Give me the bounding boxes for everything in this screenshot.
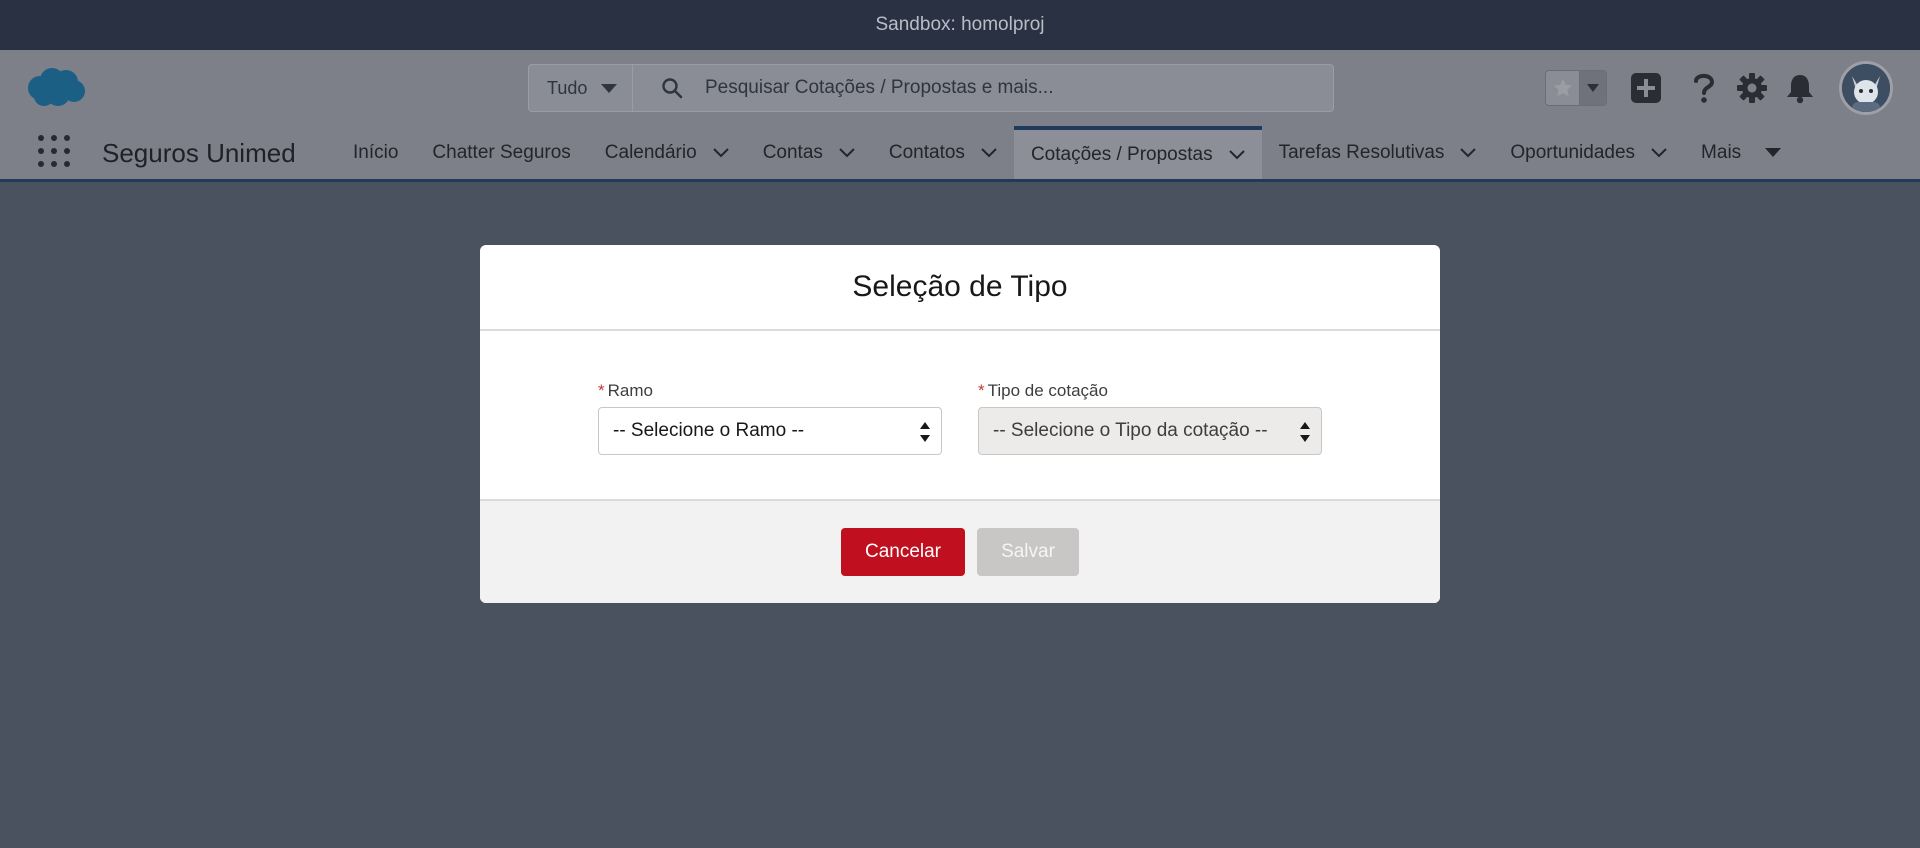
tipo-cotacao-label: * Tipo de cotação — [978, 381, 1322, 401]
chevron-down-icon[interactable] — [839, 147, 855, 158]
nav-item-label: Contatos — [888, 141, 965, 163]
nav-item-label: Início — [353, 141, 399, 163]
tipo-cotacao-label-text: Tipo de cotação — [987, 381, 1108, 400]
setup-gear-icon — [1737, 73, 1767, 103]
app-navigation-bar: Seguros Unimed Início Chatter Seguros Ca… — [0, 126, 1920, 182]
search-icon — [662, 78, 683, 99]
help-icon — [1694, 73, 1715, 103]
notifications-button[interactable] — [1782, 70, 1818, 106]
chevron-down-icon[interactable] — [1228, 149, 1245, 160]
nav-item-tarefas-resolutivas[interactable]: Tarefas Resolutivas — [1262, 126, 1494, 179]
ramo-select[interactable]: -- Selecione o Ramo -- — [598, 407, 942, 455]
sandbox-label: Sandbox: homolproj — [875, 14, 1045, 35]
ramo-label: * Ramo — [598, 381, 942, 401]
select-arrows-icon — [920, 422, 930, 442]
modal-title: Seleção de Tipo — [852, 270, 1068, 303]
nav-item-inicio[interactable]: Início — [336, 126, 415, 179]
modal-footer: Cancelar Salvar — [480, 499, 1440, 603]
required-indicator: * — [598, 381, 605, 400]
chevron-down-icon[interactable] — [1460, 147, 1477, 158]
favorites-group — [1545, 70, 1607, 106]
help-button[interactable] — [1686, 70, 1722, 106]
nav-tabs: Início Chatter Seguros Calendário Contas… — [336, 126, 1798, 179]
app-name: Seguros Unimed — [102, 138, 296, 168]
nav-item-oportunidades[interactable]: Oportunidades — [1493, 126, 1684, 179]
caret-down-icon — [1765, 148, 1782, 157]
ramo-label-text: Ramo — [607, 381, 653, 400]
nav-item-label: Cotações / Propostas — [1030, 143, 1213, 165]
app-launcher-icon[interactable] — [38, 135, 70, 167]
nav-item-label: Tarefas Resolutivas — [1278, 141, 1445, 163]
chevron-down-icon[interactable] — [1651, 147, 1667, 158]
sandbox-banner: Sandbox: homolproj — [0, 0, 1920, 50]
tipo-cotacao-field: * Tipo de cotação -- Selecione o Tipo da … — [978, 381, 1322, 455]
nav-item-label: Oportunidades — [1510, 141, 1636, 163]
type-selection-modal: Seleção de Tipo * Ramo -- Selecione o Ram… — [480, 245, 1440, 603]
caret-down-icon — [1587, 84, 1599, 92]
add-icon — [1631, 73, 1661, 103]
nav-item-label: Chatter Seguros — [432, 141, 571, 163]
tipo-cotacao-select-value: -- Selecione o Tipo da cotação -- — [993, 420, 1268, 441]
save-button[interactable]: Salvar — [977, 528, 1079, 576]
select-arrows-icon — [1300, 422, 1310, 442]
nav-item-calendario[interactable]: Calendário — [588, 126, 746, 179]
global-search: Tudo — [528, 64, 1334, 112]
chevron-down-icon[interactable] — [981, 147, 997, 158]
favorites-button[interactable] — [1546, 71, 1580, 105]
nav-item-label: Contas — [762, 141, 823, 163]
chevron-down-icon[interactable] — [712, 147, 729, 158]
nav-item-contatos[interactable]: Contatos — [872, 126, 1014, 179]
nav-item-contas[interactable]: Contas — [746, 126, 872, 179]
nav-item-mais[interactable]: Mais — [1684, 126, 1798, 179]
global-actions-button[interactable] — [1628, 70, 1664, 106]
caret-down-icon — [601, 83, 618, 93]
favorites-dropdown-button[interactable] — [1580, 71, 1606, 105]
nav-item-label: Calendário — [604, 141, 697, 163]
search-scope-dropdown[interactable]: Tudo — [529, 65, 633, 111]
search-input[interactable] — [705, 77, 1305, 99]
nav-item-cotacoes-propostas[interactable]: Cotações / Propostas — [1013, 126, 1262, 179]
ramo-select-value: -- Selecione o Ramo -- — [613, 420, 805, 441]
nav-item-label: Mais — [1701, 141, 1742, 163]
cancel-button[interactable]: Cancelar — [841, 528, 965, 576]
modal-body: * Ramo -- Selecione o Ramo -- * Tipo de co… — [480, 331, 1440, 499]
nav-item-chatter-seguros[interactable]: Chatter Seguros — [415, 126, 587, 179]
ramo-field: * Ramo -- Selecione o Ramo -- — [598, 381, 942, 455]
salesforce-cloud-logo[interactable] — [24, 66, 86, 108]
setup-button[interactable] — [1734, 70, 1770, 106]
tipo-cotacao-select[interactable]: -- Selecione o Tipo da cotação -- — [978, 407, 1322, 455]
star-icon — [1553, 78, 1572, 97]
modal-header: Seleção de Tipo — [480, 245, 1440, 331]
required-indicator: * — [978, 381, 985, 400]
user-avatar[interactable] — [1839, 61, 1893, 115]
notification-bell-icon — [1787, 75, 1813, 104]
search-scope-label: Tudo — [547, 77, 588, 98]
global-header: Tudo — [0, 50, 1920, 126]
avatar-image — [1842, 64, 1890, 112]
